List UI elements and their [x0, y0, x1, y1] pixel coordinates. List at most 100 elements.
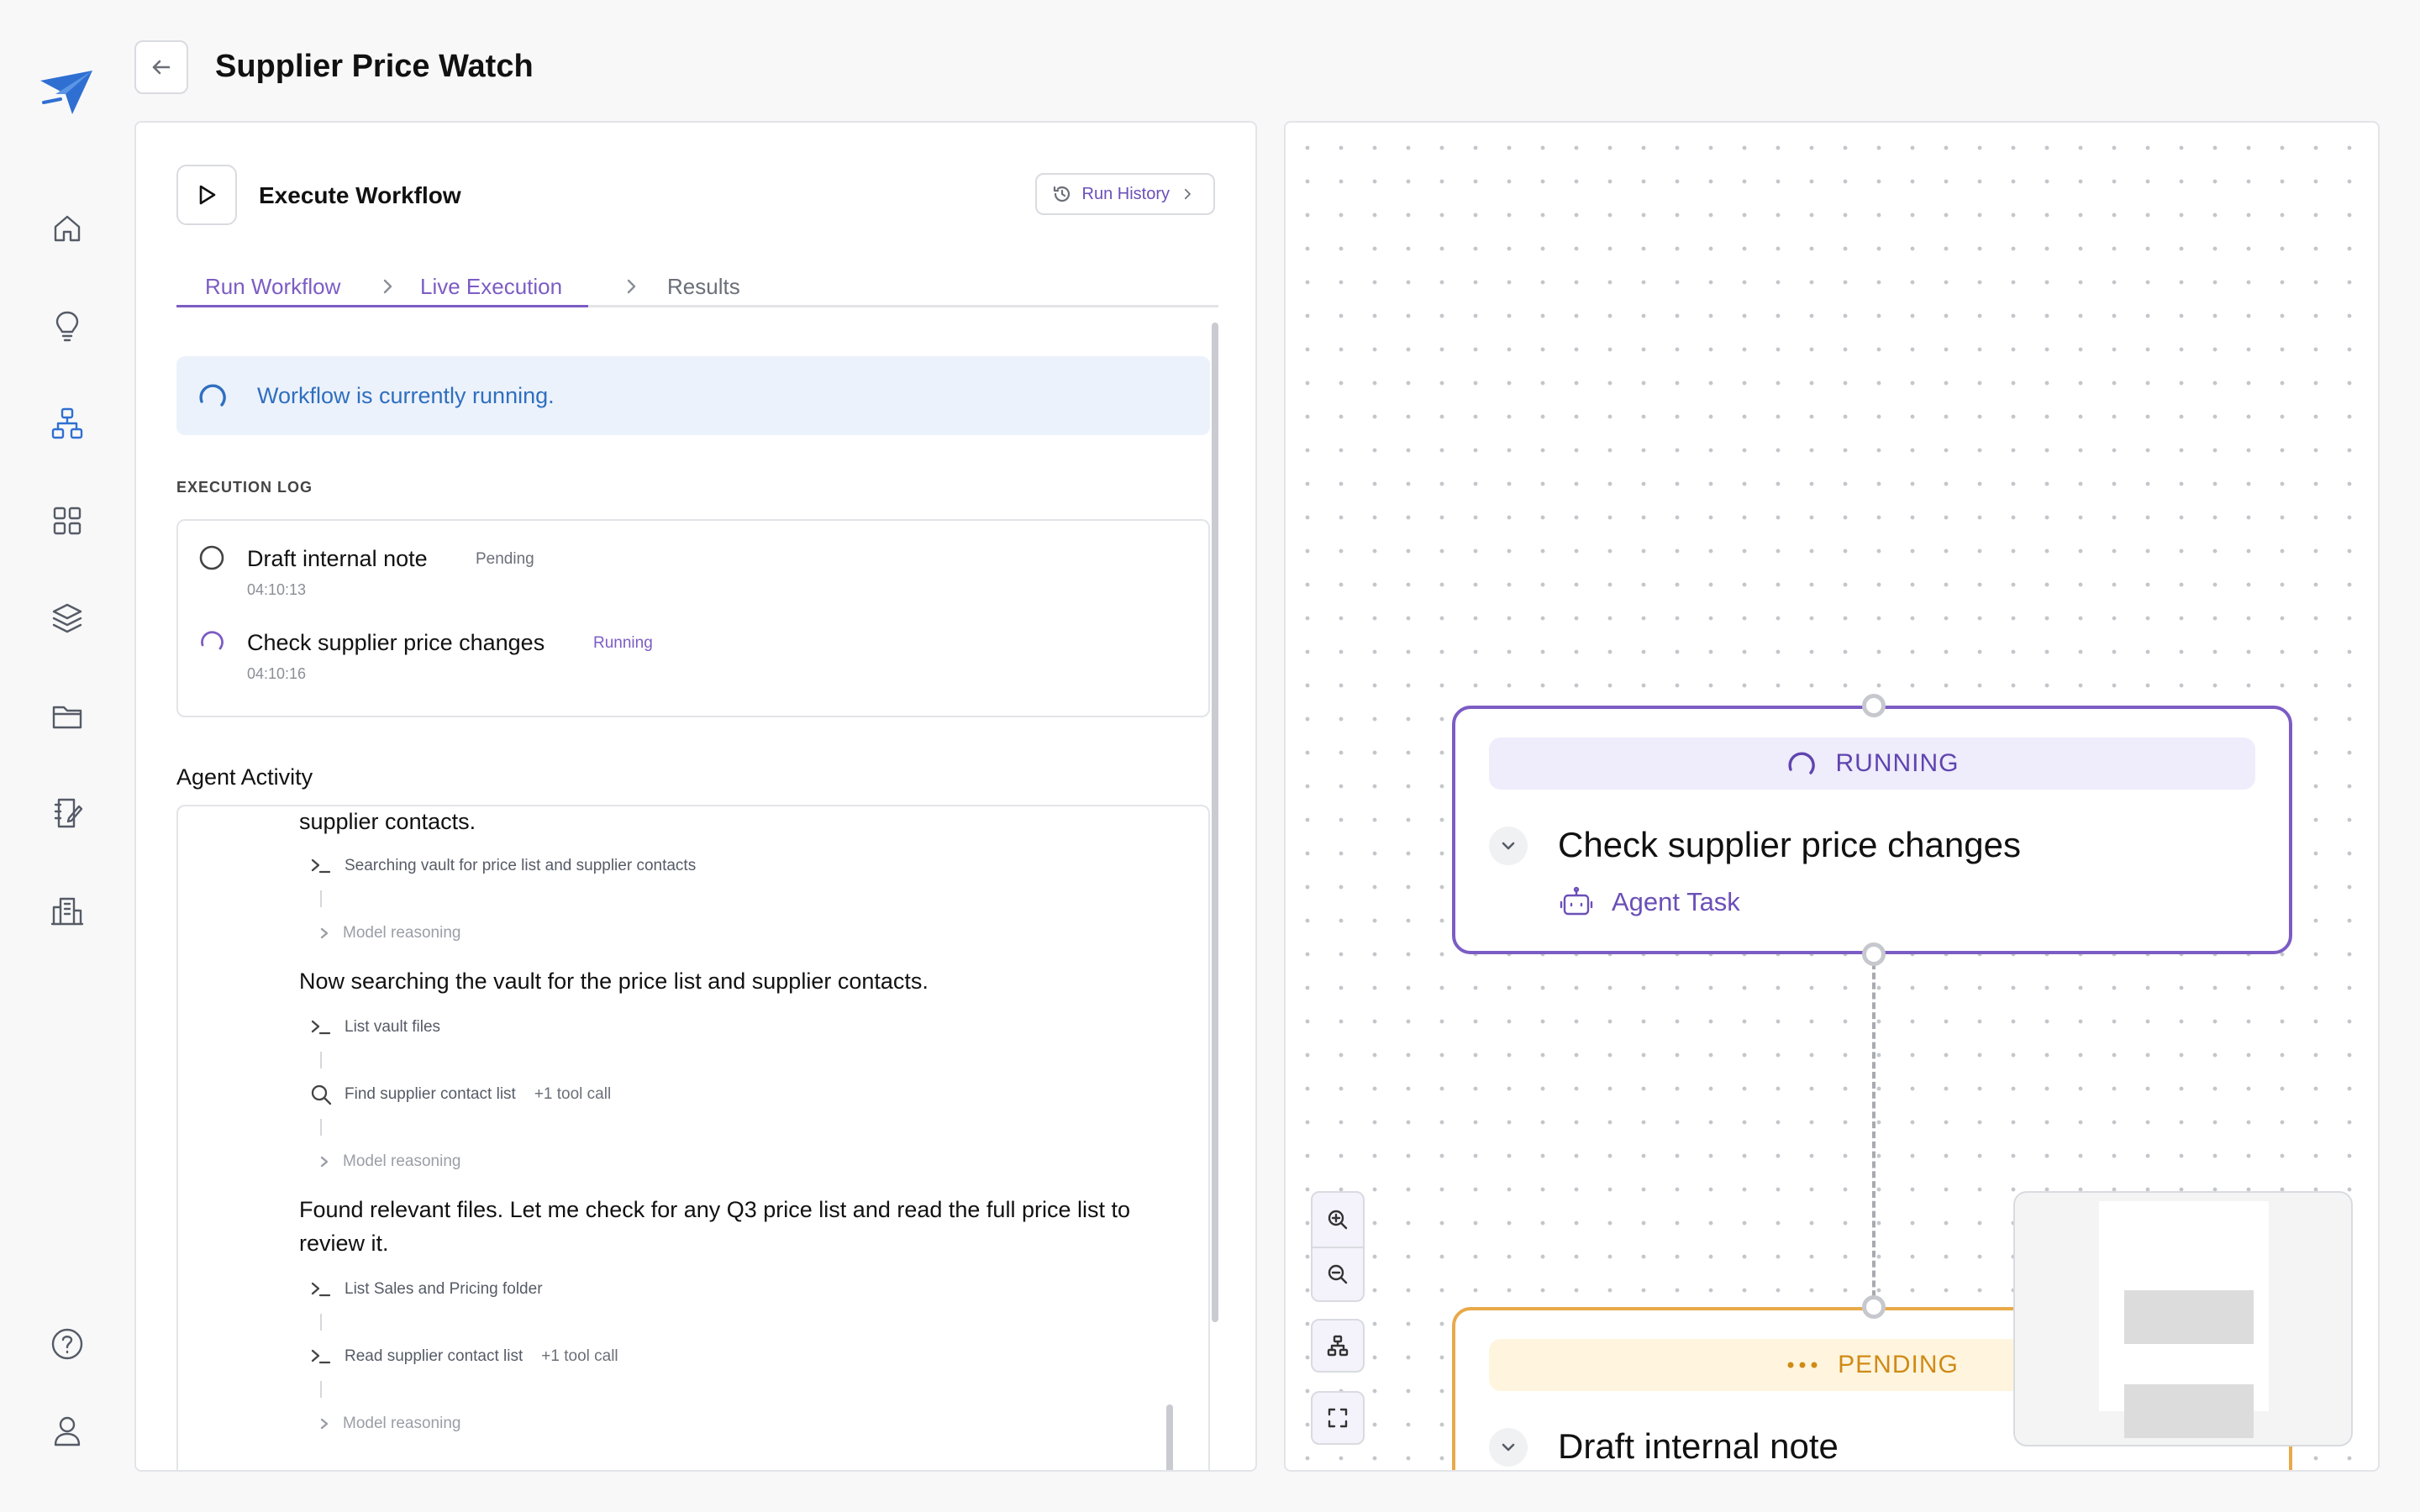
sidebar-item-workflows[interactable] — [42, 398, 92, 449]
terminal-icon — [311, 858, 331, 874]
execute-workflow-panel: Execute Workflow Run History Run Workflo… — [134, 121, 1257, 1472]
folder-icon — [52, 706, 82, 729]
log-item-status: Running — [593, 634, 653, 652]
sidebar-item-notes[interactable] — [42, 788, 92, 838]
model-reasoning-label: Model reasoning — [343, 1415, 461, 1432]
agent-activity-feed: supplier contacts. Searching vault for p… — [176, 805, 1210, 1470]
circle-pending-icon — [199, 545, 224, 570]
node-expand-button[interactable] — [1489, 1428, 1528, 1467]
node-title: Check supplier price changes — [1558, 825, 2021, 864]
sidebar-item-organization[interactable] — [42, 885, 92, 936]
log-item-name: Draft internal note — [247, 546, 428, 571]
node-status-label: PENDING — [1838, 1351, 1959, 1378]
tool-call-label: Searching vault for price list and suppl… — [345, 857, 697, 874]
home-icon — [54, 215, 81, 242]
page-title: Supplier Price Watch — [215, 49, 534, 84]
timeline-connector — [320, 1052, 322, 1068]
node-title: Draft internal note — [1558, 1426, 1839, 1466]
sidebar-item-files[interactable] — [42, 690, 92, 741]
log-item-time: 04:10:13 — [247, 581, 307, 598]
paper-plane-logo-icon[interactable] — [39, 69, 94, 116]
workflow-canvas[interactable]: RUNNING Check supplier price changes Age… — [1284, 121, 2380, 1472]
step-tabs: Run Workflow Live Execution Results — [176, 265, 1218, 307]
sidebar-item-profile[interactable] — [42, 1406, 92, 1457]
panel-scrollbar[interactable] — [1212, 323, 1218, 1322]
node-connector-edge — [1872, 963, 1876, 1307]
model-reasoning-toggle[interactable]: Model reasoning — [318, 1413, 460, 1435]
workflow-icon — [51, 407, 83, 439]
canvas-minimap[interactable] — [2013, 1191, 2353, 1446]
log-item-status: Pending — [476, 550, 534, 568]
node-type-label: Agent Task — [1612, 887, 1740, 916]
tool-call[interactable]: Searching vault for price list and suppl… — [309, 853, 696, 879]
notebook-edit-icon — [54, 798, 83, 828]
tool-call[interactable]: List Sales and Pricing folder — [309, 1277, 543, 1302]
tool-call-label: List Sales and Pricing folder — [345, 1280, 543, 1298]
activity-message: Found relevant files. Let me check for a… — [299, 1197, 1130, 1256]
chevron-right-icon — [627, 279, 636, 294]
app-root: Supplier Price Watch Execute Workflow Ru… — [0, 0, 2420, 1512]
tool-call[interactable]: List vault files — [309, 1015, 440, 1040]
chevron-right-icon — [320, 1156, 329, 1168]
robot-icon — [1560, 886, 1593, 916]
terminal-icon — [311, 1020, 331, 1035]
sidebar-item-layers[interactable] — [42, 593, 92, 643]
execution-log-label: EXECUTION LOG — [176, 479, 313, 496]
spinner-icon — [199, 384, 226, 407]
lightbulb-icon — [55, 311, 79, 342]
tab-live-execution[interactable]: Live Execution — [420, 272, 562, 301]
search-icon — [311, 1084, 332, 1105]
terminal-icon — [311, 1282, 331, 1297]
tool-call[interactable]: Find supplier contact list +1 tool call — [309, 1082, 611, 1107]
model-reasoning-toggle[interactable]: Model reasoning — [318, 922, 460, 944]
tab-results[interactable]: Results — [667, 272, 740, 301]
sidebar-item-help[interactable] — [42, 1319, 92, 1369]
timeline-connector — [320, 1314, 322, 1331]
sidebar — [0, 0, 134, 1512]
agent-activity-title: Agent Activity — [176, 764, 313, 790]
sidebar-item-home[interactable] — [42, 203, 92, 254]
auto-layout-button[interactable] — [1311, 1319, 1365, 1373]
sidebar-item-ideas[interactable] — [42, 301, 92, 351]
zoom-out-button[interactable] — [1313, 1247, 1363, 1300]
activity-message: supplier contacts. — [299, 809, 476, 834]
node-status-label: RUNNING — [1835, 749, 1960, 777]
tool-call-label: Read supplier contact list — [345, 1347, 523, 1365]
fit-view-button[interactable] — [1311, 1391, 1365, 1445]
activity-scrollbar[interactable] — [1166, 1404, 1173, 1470]
run-history-label: Run History — [1081, 184, 1170, 203]
user-icon — [54, 1416, 81, 1446]
chevron-right-icon — [1184, 188, 1191, 200]
model-reasoning-label: Model reasoning — [343, 1152, 461, 1170]
node-input-handle[interactable] — [1862, 1295, 1886, 1319]
workflow-node-running[interactable]: RUNNING Check supplier price changes Age… — [1452, 706, 2292, 954]
node-input-handle[interactable] — [1862, 694, 1886, 717]
terminal-icon — [311, 1349, 331, 1364]
chevron-down-icon — [1502, 842, 1515, 850]
tool-call-label: Find supplier contact list — [345, 1085, 516, 1103]
layers-icon — [52, 603, 82, 633]
banner-text: Workflow is currently running. — [257, 383, 555, 408]
ellipsis-icon — [1787, 1362, 1818, 1368]
sidebar-item-apps[interactable] — [42, 496, 92, 546]
panel-title: Execute Workflow — [259, 182, 461, 208]
workflow-layout-icon — [1327, 1335, 1349, 1357]
node-output-handle[interactable] — [1862, 942, 1886, 966]
chevron-right-icon — [320, 1418, 329, 1430]
run-history-button[interactable]: Run History — [1034, 173, 1215, 215]
play-icon — [199, 185, 216, 205]
play-button[interactable] — [176, 165, 237, 225]
chevron-right-icon — [320, 927, 329, 939]
chevron-down-icon — [1502, 1443, 1515, 1452]
zoom-in-button[interactable] — [1313, 1193, 1363, 1247]
model-reasoning-toggle[interactable]: Model reasoning — [318, 1151, 460, 1173]
tab-run-workflow[interactable]: Run Workflow — [205, 272, 340, 301]
node-expand-button[interactable] — [1489, 827, 1528, 865]
node-status-bar: RUNNING — [1489, 738, 2255, 790]
back-button[interactable] — [134, 40, 188, 94]
active-tab-underline — [176, 305, 588, 307]
tool-call[interactable]: Read supplier contact list +1 tool call — [309, 1344, 618, 1369]
zoom-out-icon — [1328, 1264, 1348, 1284]
spinner-icon — [1787, 752, 1815, 774]
tool-call-extra: +1 tool call — [541, 1347, 618, 1365]
